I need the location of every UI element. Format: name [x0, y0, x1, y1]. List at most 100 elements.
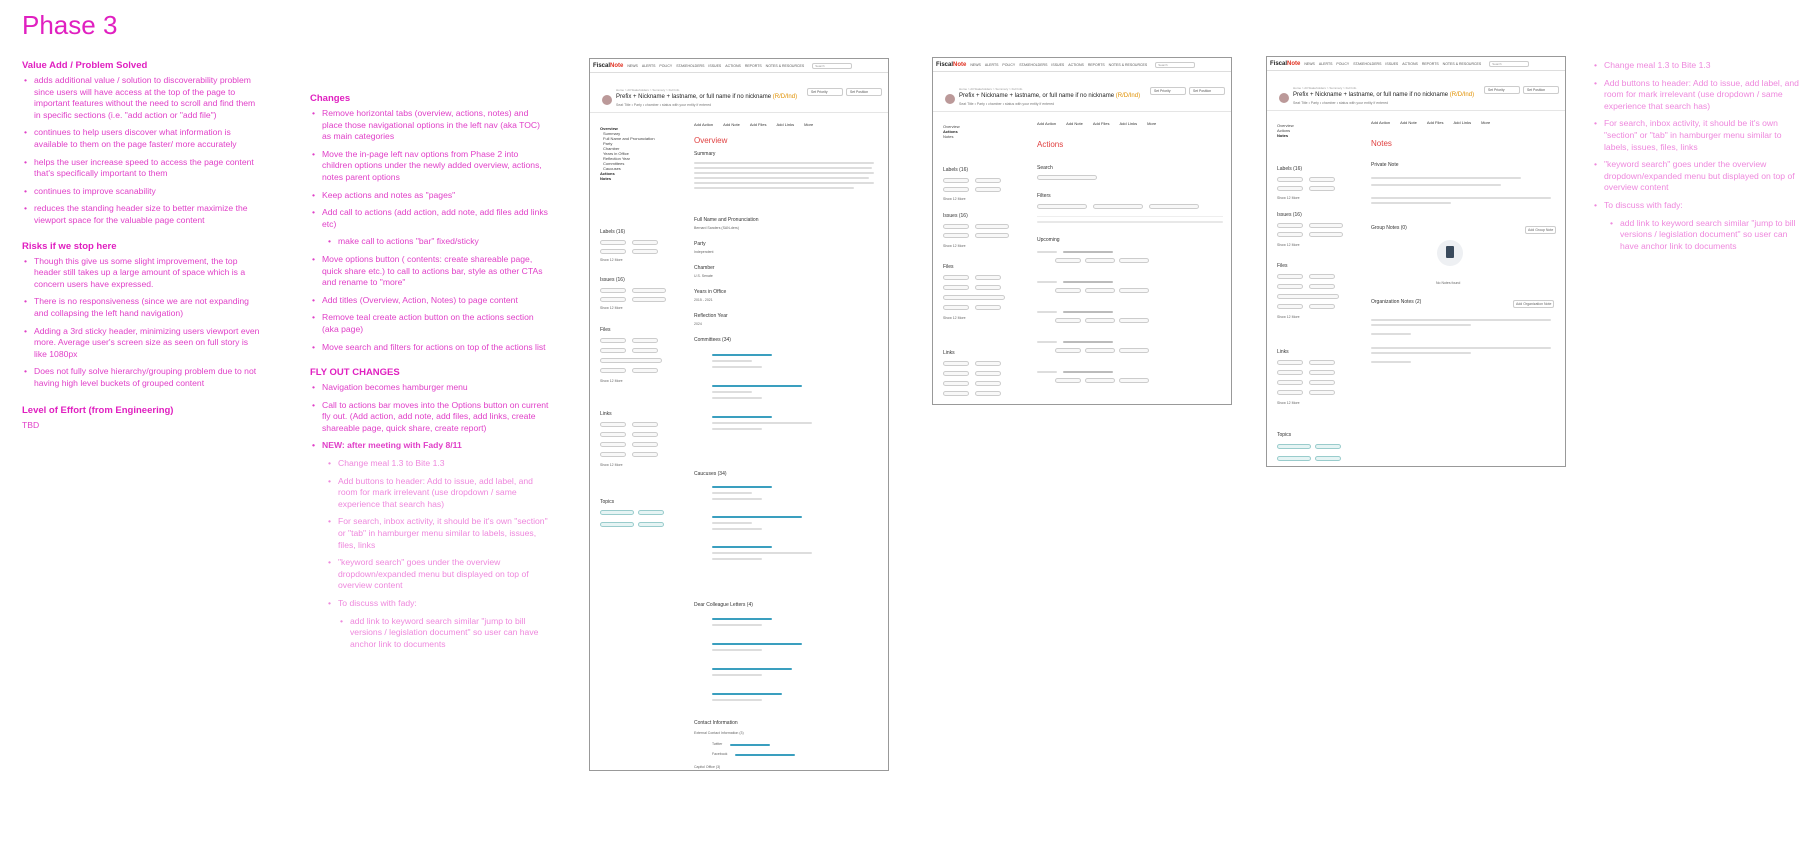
- link-chip[interactable]: [943, 361, 969, 366]
- nav-item[interactable]: STAKEHOLDERS: [1019, 63, 1047, 67]
- link-chip[interactable]: [975, 381, 1001, 386]
- filter-dropdown[interactable]: [1037, 204, 1087, 209]
- link-chip[interactable]: [632, 422, 658, 427]
- add-action-button[interactable]: Add Action: [1371, 120, 1390, 125]
- toc-item-notes[interactable]: Notes: [1277, 133, 1294, 138]
- link-chip[interactable]: [975, 371, 1001, 376]
- nav-item[interactable]: NOTES & RESOURCES: [766, 64, 805, 68]
- link-chip[interactable]: [1277, 390, 1303, 395]
- show-more-link[interactable]: Show 12 More: [600, 463, 623, 467]
- add-links-button[interactable]: Add Links: [1120, 121, 1138, 126]
- file-chip[interactable]: [600, 358, 662, 363]
- show-more-link[interactable]: Show 12 More: [1277, 401, 1300, 405]
- link-chip[interactable]: [975, 391, 1001, 396]
- nav-item[interactable]: POLICY: [659, 64, 672, 68]
- link-chip[interactable]: [632, 442, 658, 447]
- file-chip[interactable]: [1277, 284, 1303, 289]
- add-action-button[interactable]: Add Action: [1037, 121, 1056, 126]
- set-position-dropdown[interactable]: Set Position: [1189, 87, 1225, 95]
- file-chip[interactable]: [943, 295, 1005, 300]
- file-chip[interactable]: [943, 275, 969, 280]
- nav-item[interactable]: STAKEHOLDERS: [1353, 62, 1381, 66]
- file-chip[interactable]: [1277, 304, 1303, 309]
- more-button[interactable]: More: [1481, 120, 1490, 125]
- show-more-link[interactable]: Show 12 More: [943, 316, 966, 320]
- issue-chip[interactable]: [1309, 232, 1343, 237]
- nav-item[interactable]: ALERTS: [1319, 62, 1333, 66]
- set-priority-dropdown[interactable]: Set Priority: [807, 88, 843, 96]
- file-chip[interactable]: [600, 338, 626, 343]
- filter-dropdown[interactable]: [1149, 204, 1199, 209]
- show-more-link[interactable]: Show 12 More: [943, 244, 966, 248]
- issue-chip[interactable]: [1277, 223, 1303, 228]
- nav-item[interactable]: NEWS: [970, 63, 981, 67]
- topic-chip[interactable]: [1277, 444, 1311, 449]
- add-files-button[interactable]: Add Files: [750, 122, 767, 127]
- nav-item[interactable]: POLICY: [1002, 63, 1015, 67]
- add-files-button[interactable]: Add Files: [1427, 120, 1444, 125]
- show-more-link[interactable]: Show 12 More: [943, 197, 966, 201]
- label-chip[interactable]: [600, 240, 626, 245]
- file-chip[interactable]: [600, 368, 626, 373]
- label-chip[interactable]: [943, 187, 969, 192]
- label-chip[interactable]: [632, 249, 658, 254]
- link-chip[interactable]: [1309, 370, 1335, 375]
- link-chip[interactable]: [1277, 360, 1303, 365]
- link-chip[interactable]: [943, 391, 969, 396]
- file-chip[interactable]: [943, 305, 969, 310]
- label-chip[interactable]: [943, 178, 969, 183]
- nav-item[interactable]: REPORTS: [1422, 62, 1439, 66]
- breadcrumb[interactable]: Home > All Stakeholders > Summary > Full…: [1293, 86, 1356, 90]
- label-chip[interactable]: [975, 187, 1001, 192]
- issue-chip[interactable]: [1277, 232, 1303, 237]
- set-priority-dropdown[interactable]: Set Priority: [1150, 87, 1186, 95]
- topic-chip[interactable]: [600, 510, 634, 515]
- file-chip[interactable]: [1277, 294, 1339, 299]
- link-chip[interactable]: [600, 452, 626, 457]
- file-chip[interactable]: [943, 285, 969, 290]
- show-more-link[interactable]: Show 12 More: [600, 379, 623, 383]
- search-input[interactable]: Search: [812, 62, 853, 69]
- breadcrumb[interactable]: Home > All Stakeholders > Summary > Full…: [616, 88, 679, 92]
- nav-item[interactable]: NOTES & RESOURCES: [1109, 63, 1148, 67]
- topic-chip[interactable]: [1315, 444, 1341, 449]
- file-chip[interactable]: [600, 348, 626, 353]
- topic-chip[interactable]: [638, 522, 664, 527]
- file-chip[interactable]: [1309, 304, 1335, 309]
- file-chip[interactable]: [632, 348, 658, 353]
- nav-item[interactable]: ACTIONS: [725, 64, 741, 68]
- more-button[interactable]: More: [1147, 121, 1156, 126]
- show-more-link[interactable]: Show 12 More: [1277, 196, 1300, 200]
- nav-item[interactable]: ACTIONS: [1402, 62, 1418, 66]
- show-more-link[interactable]: Show 12 More: [600, 306, 623, 310]
- set-position-dropdown[interactable]: Set Position: [846, 88, 882, 96]
- file-chip[interactable]: [975, 275, 1001, 280]
- filter-dropdown[interactable]: [1093, 204, 1143, 209]
- link-chip[interactable]: [1309, 360, 1335, 365]
- label-chip[interactable]: [632, 240, 658, 245]
- file-chip[interactable]: [632, 368, 658, 373]
- nav-item[interactable]: ISSUES: [708, 64, 721, 68]
- add-files-button[interactable]: Add Files: [1093, 121, 1110, 126]
- label-chip[interactable]: [1309, 186, 1335, 191]
- set-priority-dropdown[interactable]: Set Priority: [1484, 86, 1520, 94]
- toc-item-notes[interactable]: Notes: [600, 176, 655, 181]
- topic-chip[interactable]: [1315, 456, 1341, 461]
- add-links-button[interactable]: Add Links: [1454, 120, 1472, 125]
- issue-chip[interactable]: [1309, 223, 1343, 228]
- file-chip[interactable]: [1277, 274, 1303, 279]
- label-chip[interactable]: [1277, 177, 1303, 182]
- nav-item[interactable]: ALERTS: [985, 63, 999, 67]
- nav-item[interactable]: NOTES & RESOURCES: [1443, 62, 1482, 66]
- add-note-button[interactable]: Add Note: [1400, 120, 1417, 125]
- add-note-button[interactable]: Add Note: [723, 122, 740, 127]
- link-chip[interactable]: [632, 432, 658, 437]
- issue-chip[interactable]: [600, 297, 626, 302]
- issue-chip[interactable]: [943, 224, 969, 229]
- file-chip[interactable]: [975, 305, 1001, 310]
- link-chip[interactable]: [975, 361, 1001, 366]
- file-chip[interactable]: [975, 285, 1001, 290]
- topic-chip[interactable]: [600, 522, 634, 527]
- link-chip[interactable]: [1309, 380, 1335, 385]
- file-chip[interactable]: [1309, 274, 1335, 279]
